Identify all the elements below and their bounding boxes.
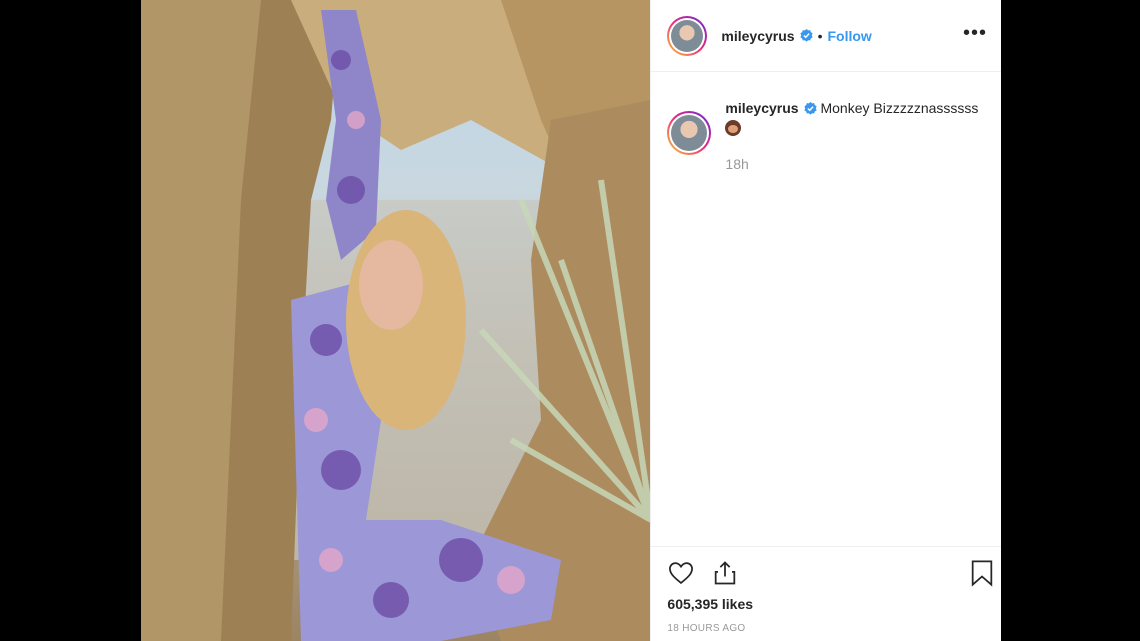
instagram-post: mileycyrus • Follow ••• mileycyrus Monke… [141,0,1001,641]
username-link[interactable]: mileycyrus [721,28,794,44]
more-options-icon[interactable]: ••• [963,23,987,43]
avatar-image [671,19,704,52]
monkey-emoji-icon [725,120,742,136]
share-icon[interactable] [711,559,739,587]
post-header: mileycyrus • Follow ••• [651,0,1001,72]
comment-timestamp[interactable]: 18h [725,154,985,174]
save-button[interactable] [969,559,995,587]
caption-verified-badge-icon [803,102,817,115]
likes-count[interactable]: 605,395 likes [667,596,753,612]
follow-button[interactable]: Follow [827,28,871,44]
comment-avatar[interactable] [667,111,712,155]
caption-text-block: mileycyrus Monkey Bizzzzznassssss 18h [725,98,985,174]
caption-username[interactable]: mileycyrus [725,100,798,116]
post-sidebar: mileycyrus • Follow ••• mileycyrus Monke… [650,0,1001,641]
post-footer: 605,395 likes 18 HOURS AGO [651,546,1001,641]
separator-dot: • [817,27,823,44]
verified-badge-icon [799,29,813,42]
action-bar [667,559,739,587]
photo-illustration [141,0,651,641]
bookmark-icon[interactable] [969,559,995,587]
post-timestamp: 18 HOURS AGO [667,623,746,634]
comment-avatar-image [671,115,708,151]
post-photo[interactable] [141,0,651,641]
heart-icon[interactable] [667,559,695,587]
profile-avatar[interactable] [667,15,708,56]
caption-comment: mileycyrus Monkey Bizzzzznassssss 18h [667,98,985,174]
caption-text: Monkey Bizzzzznassssss [820,100,979,116]
